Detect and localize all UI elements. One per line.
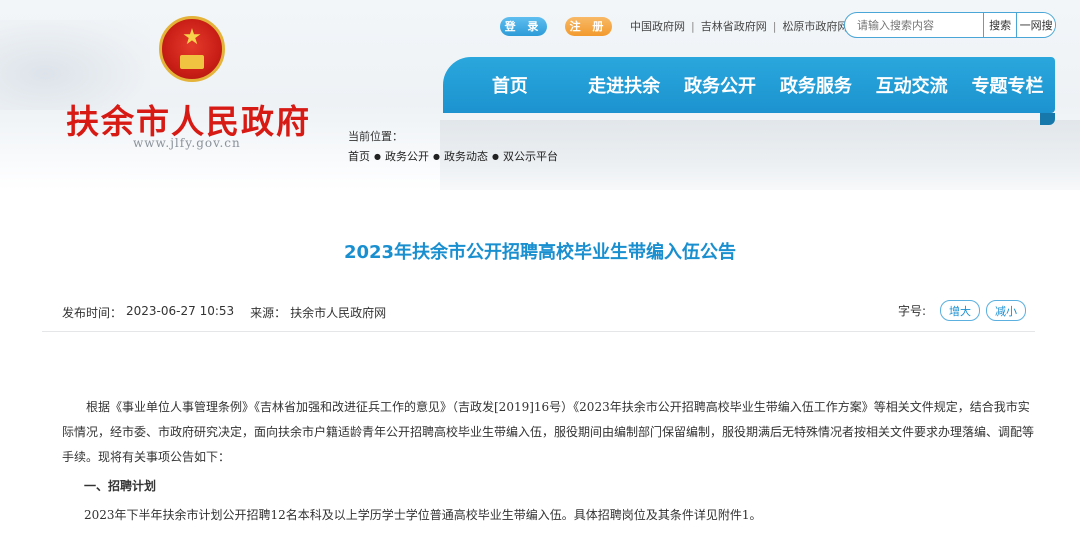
link-china-gov[interactable]: 中国政府网 xyxy=(630,18,685,34)
article-body: 根据《事业单位人事管理条例》《吉林省加强和改进征兵工作的意见》（吉政发[2019… xyxy=(62,395,1037,528)
main-nav: 首页 走进扶余 政务公开 政务服务 互动交流 专题专栏 xyxy=(443,57,1055,113)
nav-item-affairs-open[interactable]: 政务公开 xyxy=(672,72,769,98)
breadcrumb-dual-publicity[interactable]: 双公示平台 xyxy=(503,148,558,164)
nav-item-interaction[interactable]: 互动交流 xyxy=(863,72,960,98)
nav-item-home[interactable]: 首页 xyxy=(443,72,577,98)
source: 扶余市人民政府网 xyxy=(290,306,387,320)
header: ★ 扶余市人民政府 www.jlfy.gov.cn 登 录 注 册 中国政府网 … xyxy=(0,0,1080,190)
nav-item-about[interactable]: 走进扶余 xyxy=(577,72,672,98)
link-songyuan-gov[interactable]: 松原市政府网 xyxy=(782,18,848,34)
link-jilin-gov[interactable]: 吉林省政府网 xyxy=(701,18,767,34)
breadcrumb-home[interactable]: 首页 xyxy=(348,148,370,164)
one-net-search-button[interactable]: 一网搜 xyxy=(1016,13,1055,37)
search-button[interactable]: 搜索 xyxy=(983,13,1017,37)
breadcrumb-affairs-open[interactable]: 政务公开 xyxy=(385,148,429,164)
font-size-label: 字号: xyxy=(898,304,927,318)
font-decrease-button[interactable]: 减小 xyxy=(986,300,1027,321)
nav-ribbon-tail xyxy=(1040,113,1055,125)
top-bar: 登 录 注 册 中国政府网 | 吉林省政府网 | 松原市政府网 xyxy=(500,14,848,38)
site-url: www.jlfy.gov.cn xyxy=(133,136,241,150)
article-paragraph: 2023年下半年扶余市计划公开招聘12名本科及以上学历学士学位普通高校毕业生带编… xyxy=(84,508,762,522)
breadcrumb-dot-icon: ● xyxy=(374,151,381,161)
breadcrumb-label: 当前位置： xyxy=(348,130,403,143)
article-paragraph: 根据《事业单位人事管理条例》《吉林省加强和改进征兵工作的意见》（吉政发[2019… xyxy=(62,400,1035,464)
breadcrumb-dot-icon: ● xyxy=(491,151,499,161)
breadcrumb-news[interactable]: 政务动态 xyxy=(444,148,488,164)
publish-time: 2023-06-27 10:53 xyxy=(126,304,235,318)
article-section-heading: 一、招聘计划 xyxy=(84,479,157,493)
breadcrumb-dot-icon: ● xyxy=(432,151,440,161)
nav-item-topics[interactable]: 专题专栏 xyxy=(960,72,1055,98)
source-label: 来源： xyxy=(250,306,287,320)
national-emblem-icon: ★ xyxy=(159,16,225,82)
register-button[interactable]: 注 册 xyxy=(565,16,612,36)
divider xyxy=(42,331,1035,332)
nav-item-services[interactable]: 政务服务 xyxy=(768,72,863,98)
article-title: 2023年扶余市公开招聘高校毕业生带编入伍公告 xyxy=(343,242,737,263)
login-button[interactable]: 登 录 xyxy=(500,16,547,36)
article-meta: 发布时间： 2023-06-27 10:53 来源： 扶余市人民政府网 xyxy=(62,304,390,321)
search-input[interactable] xyxy=(855,17,983,33)
breadcrumb: 首页 ● 政务公开 ● 政务动态 ● 双公示平台 xyxy=(348,148,558,164)
publish-time-label: 发布时间： xyxy=(62,306,123,320)
font-increase-button[interactable]: 增大 xyxy=(940,300,981,321)
gov-links: 中国政府网 | 吉林省政府网 | 松原市政府网 xyxy=(630,18,849,34)
search-box: 搜索 一网搜 xyxy=(844,12,1056,38)
font-size-control: 字号: 增大 减小 xyxy=(898,300,1027,321)
